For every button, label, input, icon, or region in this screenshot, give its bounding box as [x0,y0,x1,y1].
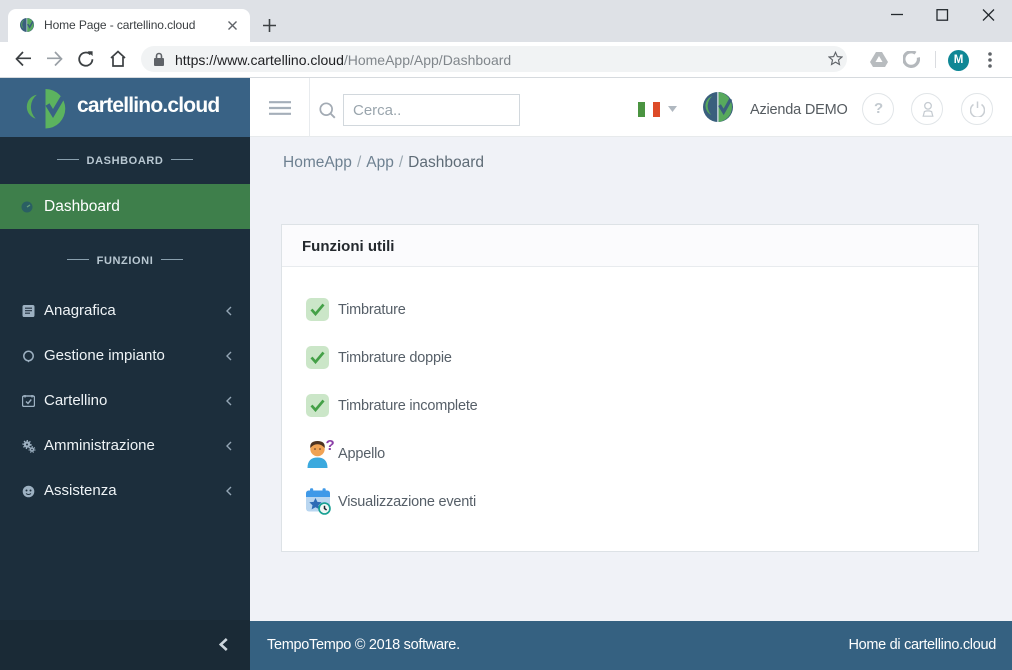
svg-text:?: ? [326,438,335,454]
